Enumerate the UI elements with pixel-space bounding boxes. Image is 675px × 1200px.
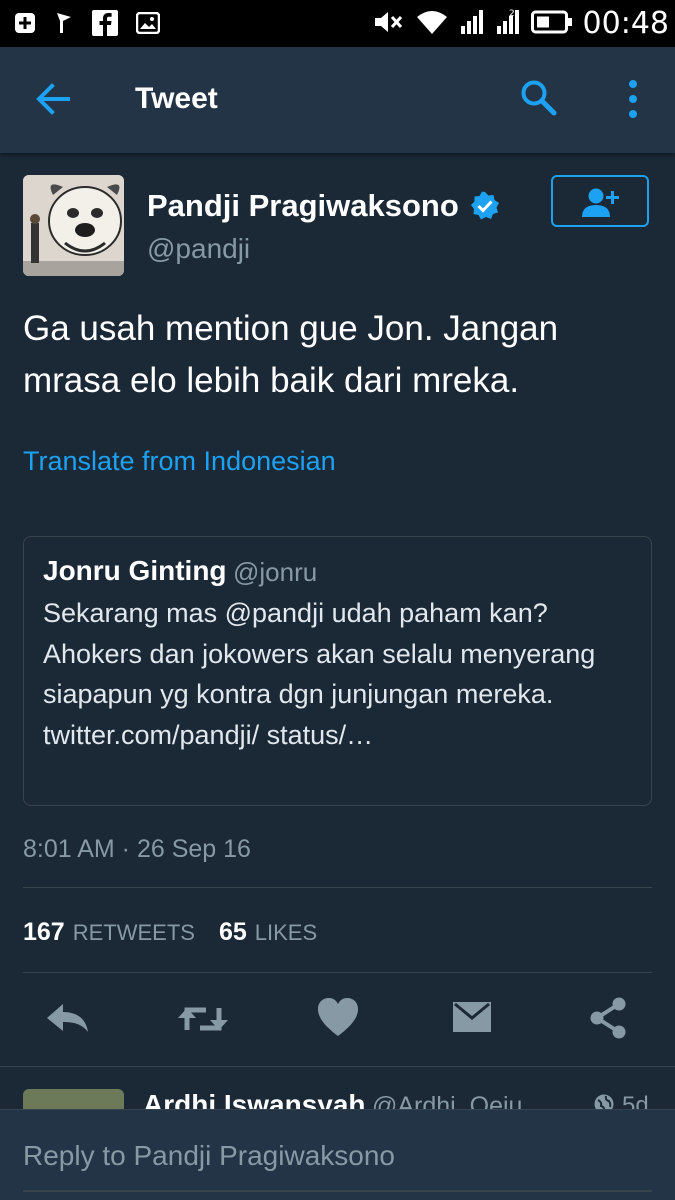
like-button[interactable] bbox=[316, 996, 362, 1042]
reply-list-item[interactable]: Ardhi Iswansyah @Ardhi_Oeju 5d bbox=[0, 1067, 675, 1109]
quoted-tweet-text: Sekarang mas @pandji udah paham kan? Aho… bbox=[43, 598, 596, 750]
reply-input[interactable]: Reply to Pandji Pragiwaksono bbox=[23, 1138, 395, 1174]
reply-button[interactable] bbox=[44, 996, 90, 1042]
quoted-author-name: Jonru Ginting bbox=[43, 555, 227, 586]
quoted-tweet-card[interactable]: Jonru Ginting @jonru Sekarang mas @pandj… bbox=[23, 536, 652, 806]
status-time: 00:48 bbox=[582, 6, 669, 41]
more-vertical-icon bbox=[620, 80, 646, 125]
more-options-button[interactable] bbox=[620, 77, 646, 121]
svg-text:2: 2 bbox=[509, 9, 515, 19]
follow-button[interactable] bbox=[551, 175, 649, 227]
retweets-label[interactable]: RETWEETS bbox=[73, 916, 195, 950]
retweet-button[interactable] bbox=[176, 996, 228, 1042]
verified-badge-icon bbox=[470, 191, 500, 221]
reply-avatar bbox=[23, 1089, 124, 1109]
reply-icon bbox=[44, 996, 90, 1042]
search-button[interactable] bbox=[518, 77, 560, 119]
divider bbox=[23, 972, 652, 973]
direct-message-icon bbox=[451, 996, 497, 1040]
status-bar: 2 00:48 bbox=[0, 0, 675, 47]
app-bar: Tweet bbox=[0, 47, 675, 153]
reply-input-underline bbox=[23, 1190, 652, 1192]
arrow-left-icon bbox=[30, 83, 76, 123]
translate-link[interactable]: Translate from Indonesian bbox=[23, 443, 336, 479]
author-name[interactable]: Pandji Pragiwaksono bbox=[147, 186, 459, 226]
globe-icon bbox=[593, 1093, 615, 1109]
quoted-author-handle: @jonru bbox=[233, 557, 318, 587]
mute-icon bbox=[373, 8, 405, 41]
status-right-icons: 2 00:48 bbox=[373, 6, 669, 42]
add-box-icon bbox=[14, 12, 36, 34]
reply-author-handle: @Ardhi_Oeju bbox=[372, 1092, 523, 1109]
likes-count[interactable]: 65 bbox=[219, 915, 247, 949]
reply-time: 5d bbox=[622, 1092, 649, 1109]
tweet-text: Ga usah mention gue Jon. Jangan mrasa el… bbox=[23, 309, 559, 400]
signal-2-icon: 2 bbox=[495, 8, 521, 41]
retweets-count[interactable]: 167 bbox=[23, 915, 65, 949]
likes-label[interactable]: LIKES bbox=[255, 916, 317, 950]
facebook-icon bbox=[92, 10, 118, 36]
direct-message-button[interactable] bbox=[451, 996, 497, 1042]
back-button[interactable] bbox=[30, 79, 76, 119]
tweet-stats: 167 RETWEETS 65 LIKES bbox=[23, 915, 317, 950]
status-left-icons bbox=[14, 10, 160, 36]
gallery-icon bbox=[136, 12, 160, 34]
reply-author-name: Ardhi Iswansyah bbox=[143, 1089, 366, 1109]
search-icon bbox=[518, 80, 560, 123]
author-handle: @pandji bbox=[147, 233, 251, 264]
author-avatar[interactable] bbox=[23, 175, 124, 276]
flag-icon bbox=[54, 11, 74, 35]
retweet-icon bbox=[176, 996, 228, 1042]
signal-icon bbox=[459, 8, 485, 41]
like-icon bbox=[316, 996, 362, 1040]
wifi-icon bbox=[415, 8, 449, 41]
share-icon bbox=[586, 996, 632, 1040]
share-button[interactable] bbox=[586, 996, 632, 1042]
tweet-timestamp: 8:01 AM · 26 Sep 16 bbox=[23, 835, 251, 863]
page-title: Tweet bbox=[135, 82, 218, 115]
battery-icon bbox=[530, 9, 573, 40]
reply-composer: Reply to Pandji Pragiwaksono bbox=[0, 1109, 675, 1200]
divider bbox=[23, 887, 652, 888]
